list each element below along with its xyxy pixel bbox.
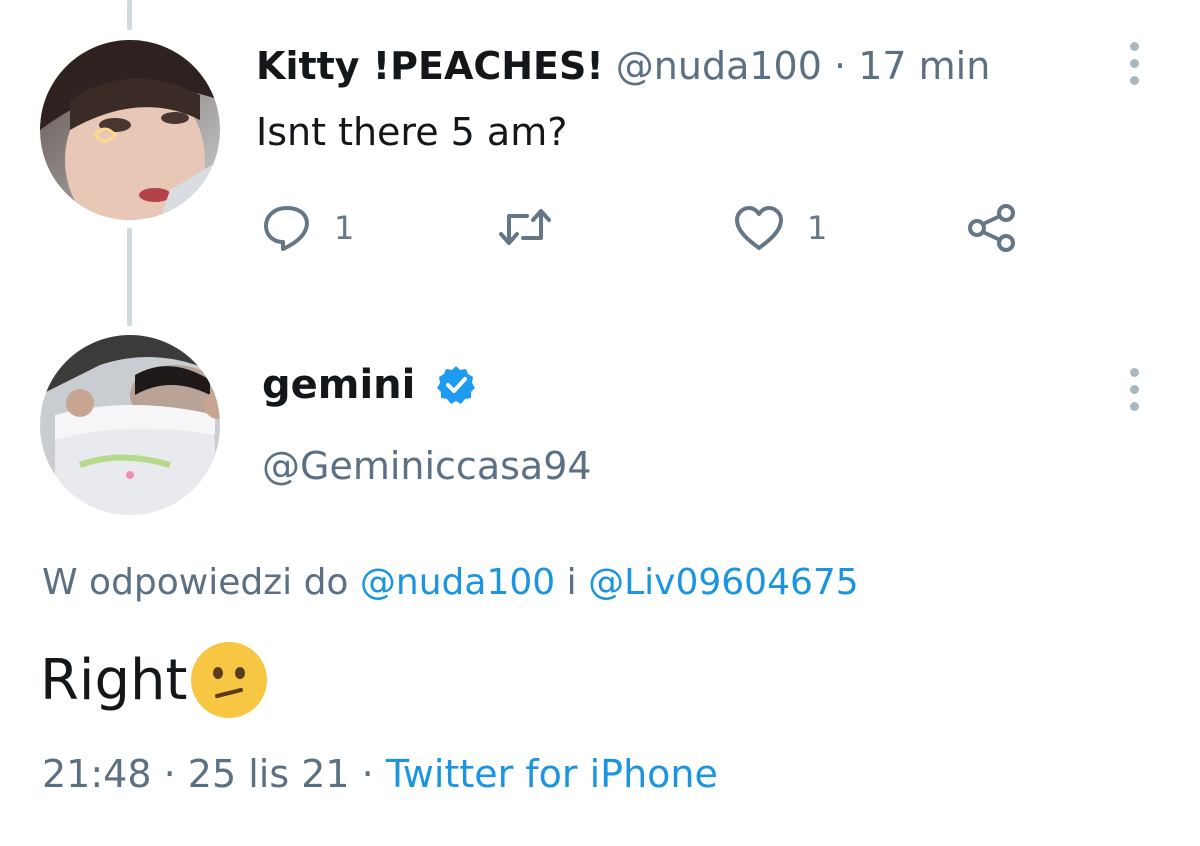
reply-button[interactable]: 1 <box>262 204 354 252</box>
meta-separator-1: · <box>163 752 176 796</box>
tweet2-more-icon[interactable] <box>1128 368 1140 411</box>
meta-separator-2: · <box>361 752 374 796</box>
tweet2-handle[interactable]: @Geminiccasa94 <box>262 444 592 488</box>
reply-icon <box>264 206 309 251</box>
share-icon <box>968 204 1015 252</box>
tweet1-text: Isnt there 5 am? <box>256 110 568 154</box>
tweet1-time[interactable]: 17 min <box>858 44 990 88</box>
share-button[interactable] <box>966 202 1018 254</box>
tweet2-name-row: gemini <box>262 362 477 408</box>
reply-user-link-2[interactable]: @Liv09604675 <box>588 562 859 603</box>
tweet1-display-name[interactable]: Kitty !PEACHES! <box>256 44 604 88</box>
thread-line-top <box>127 0 132 30</box>
reply-conjunction: i <box>566 562 577 603</box>
tweet1-avatar[interactable] <box>40 40 220 220</box>
thread-line-middle <box>127 228 132 326</box>
heart-icon <box>735 206 783 250</box>
tweet1-header: Kitty !PEACHES! @nuda100 · 17 min <box>256 44 990 88</box>
verified-badge-icon <box>437 366 476 404</box>
tweet2-source-link[interactable]: Twitter for iPhone <box>386 752 718 796</box>
like-button[interactable]: 1 <box>733 204 827 252</box>
retweet-button[interactable] <box>497 204 553 250</box>
tweet2-body: Right <box>40 640 269 720</box>
tweet1-more-icon[interactable] <box>1128 42 1140 85</box>
retweet-icon <box>499 209 551 245</box>
tweet2-meta: 21:48 · 25 lis 21 · Twitter for iPhone <box>42 752 718 796</box>
reply-context: W odpowiedzi do @nuda100 i @Liv09604675 <box>42 562 859 603</box>
confused-face-emoji <box>191 642 268 718</box>
tweet1-handle[interactable]: @nuda100 <box>616 44 822 88</box>
reply-prefix: W odpowiedzi do <box>42 562 349 603</box>
tweet2-avatar[interactable] <box>40 335 220 515</box>
tweet2-date: 25 lis 21 <box>187 752 350 796</box>
tweet2-text: Right <box>40 647 188 713</box>
reply-user-link-1[interactable]: @nuda100 <box>360 562 555 603</box>
tweet1-separator: · <box>834 44 847 88</box>
reply-count: 1 <box>334 209 355 247</box>
tweet2-display-name[interactable]: gemini <box>262 362 415 408</box>
tweet2-time: 21:48 <box>42 752 152 796</box>
like-count: 1 <box>807 209 828 247</box>
